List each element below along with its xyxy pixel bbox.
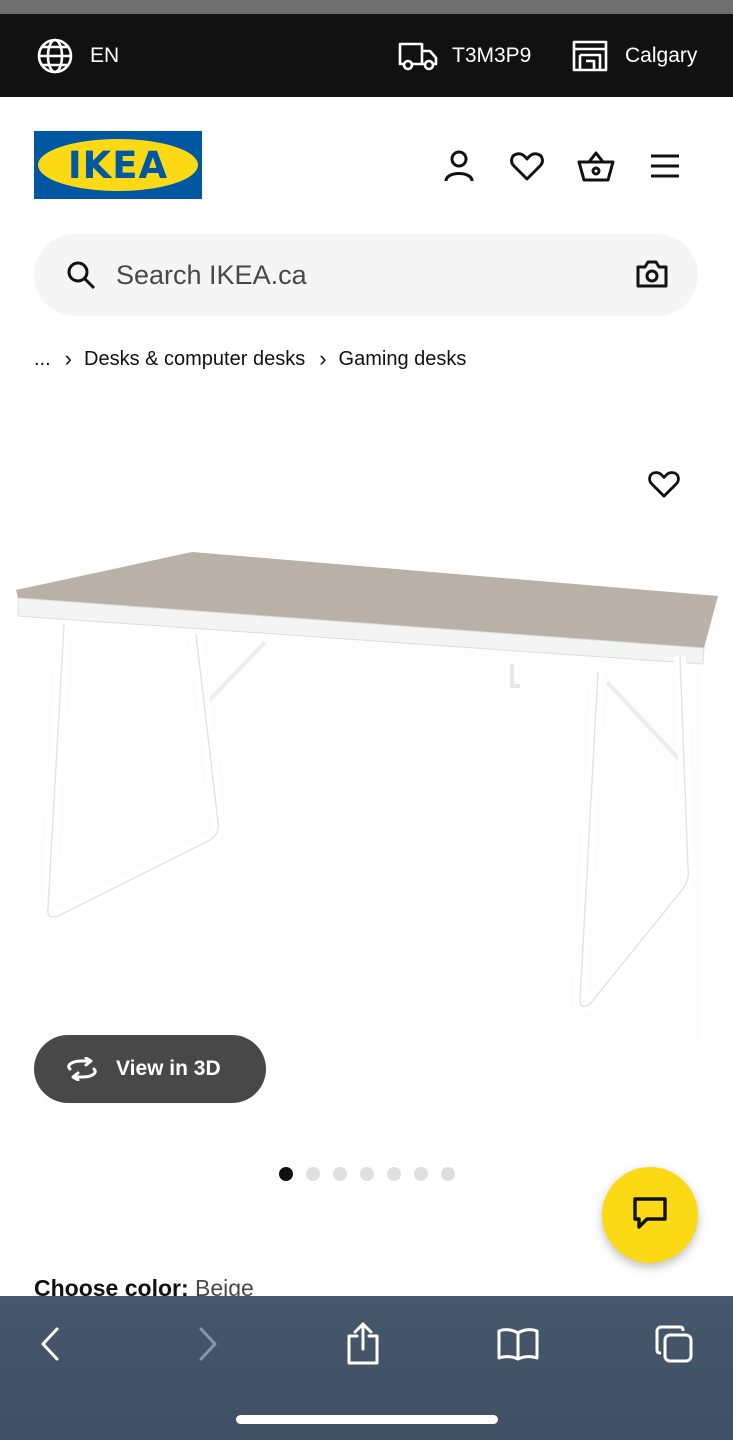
globe-icon <box>36 37 74 75</box>
carousel-dot[interactable] <box>278 1167 293 1181</box>
carousel-dot[interactable] <box>413 1167 428 1181</box>
breadcrumb-gaming-desks[interactable]: Gaming desks <box>339 348 467 371</box>
search-icon <box>66 260 96 295</box>
postal-code: T3M3P9 <box>452 43 532 67</box>
carousel-dot[interactable] <box>305 1167 320 1181</box>
breadcrumb-ellipsis[interactable]: ... <box>34 348 51 371</box>
top-bar: EN T3M3P9 Calgary <box>0 14 733 97</box>
store-selector[interactable]: Calgary <box>572 14 697 97</box>
store-name: Calgary <box>625 43 698 67</box>
share-icon[interactable] <box>335 1318 391 1370</box>
search-input[interactable]: Search IKEA.ca <box>116 234 307 316</box>
heart-icon[interactable] <box>505 144 549 188</box>
basket-icon[interactable] <box>574 144 618 188</box>
delivery-postal-code[interactable]: T3M3P9 <box>398 14 531 97</box>
truck-icon <box>398 40 438 72</box>
search-bar[interactable]: Search IKEA.ca <box>34 234 698 316</box>
camera-icon[interactable] <box>636 259 668 294</box>
tabs-icon[interactable] <box>646 1318 702 1370</box>
carousel-dot[interactable] <box>386 1167 401 1181</box>
add-to-favorites-heart-icon[interactable] <box>642 462 686 506</box>
status-strip <box>0 0 733 14</box>
language-selector[interactable]: EN <box>36 14 119 97</box>
store-icon <box>572 40 608 72</box>
breadcrumb: ... › Desks & computer desks › Gaming de… <box>34 340 466 378</box>
bookmarks-icon[interactable] <box>490 1318 546 1370</box>
view-in-3d-label: View in 3D <box>116 1057 221 1080</box>
chevron-right-icon: › <box>319 346 327 371</box>
product-image[interactable] <box>0 420 733 1060</box>
carousel-dot[interactable] <box>332 1167 347 1181</box>
chat-icon <box>632 1196 668 1235</box>
breadcrumb-desks[interactable]: Desks & computer desks <box>84 348 305 371</box>
logo-text: IKEA <box>68 144 168 187</box>
ikea-logo[interactable]: IKEA <box>34 131 202 199</box>
rotate-3d-icon <box>64 1057 100 1081</box>
carousel-dot[interactable] <box>440 1167 455 1181</box>
carousel-dot[interactable] <box>359 1167 374 1181</box>
chat-button[interactable] <box>602 1167 698 1263</box>
back-icon[interactable] <box>22 1318 78 1370</box>
language-label: EN <box>90 43 120 67</box>
view-in-3d-button[interactable]: View in 3D <box>34 1035 266 1103</box>
home-indicator <box>236 1415 498 1424</box>
account-icon[interactable] <box>437 144 481 188</box>
chevron-right-icon: › <box>64 346 72 371</box>
menu-icon[interactable] <box>643 144 687 188</box>
forward-icon[interactable] <box>180 1318 236 1370</box>
